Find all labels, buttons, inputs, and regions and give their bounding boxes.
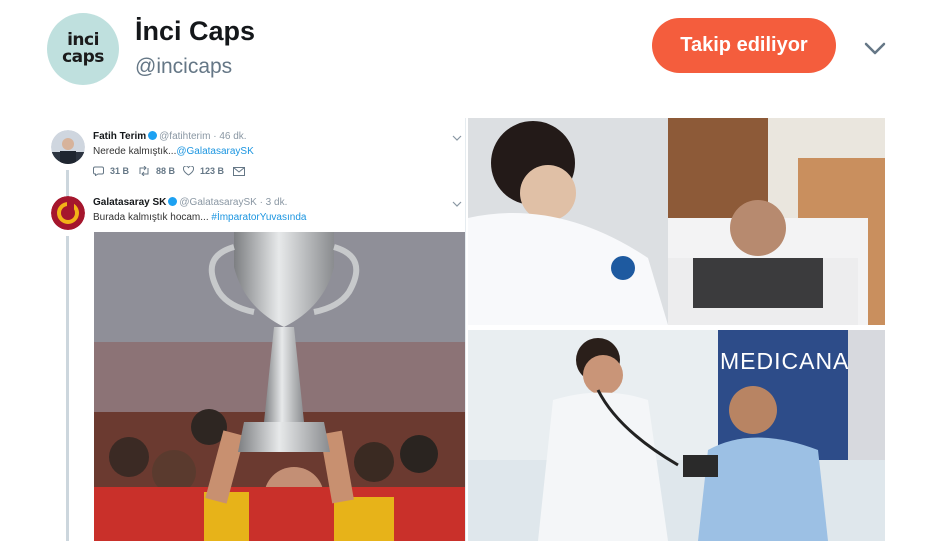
hospital-bed-illustration bbox=[468, 118, 885, 325]
dm-action bbox=[233, 166, 278, 176]
thread-line bbox=[66, 236, 69, 541]
chevron-down-icon[interactable] bbox=[862, 36, 888, 60]
tweet-2-hashtag: #İmparatorYuvasında bbox=[211, 212, 307, 223]
tweet-1-text-plain: Nerede kalmıştık... bbox=[93, 146, 177, 157]
tweet-2-meta: @GalatasaraySK · 3 dk. bbox=[179, 197, 288, 208]
avatar[interactable]: inci caps bbox=[47, 13, 119, 85]
medical-check-photo: MEDICANA bbox=[468, 330, 885, 541]
embedded-tweet-screenshot[interactable]: Fatih Terim @fatihterim · 46 dk. Nerede k… bbox=[47, 118, 466, 541]
reply-count: 31 B bbox=[110, 166, 130, 176]
profile-header: inci caps İnci Caps @incicaps Takip edil… bbox=[0, 0, 940, 110]
profile-name[interactable]: İnci Caps bbox=[135, 16, 255, 47]
tweet-2-author: Galatasaray SK bbox=[93, 197, 167, 208]
like-count: 123 B bbox=[200, 166, 225, 176]
like-action: 123 B bbox=[183, 166, 233, 176]
verified-badge-icon bbox=[148, 131, 158, 140]
verified-badge-icon bbox=[168, 197, 178, 206]
envelope-icon bbox=[233, 166, 245, 176]
follow-button[interactable]: Takip ediliyor bbox=[652, 18, 836, 73]
retweet-action: 88 B bbox=[138, 166, 183, 176]
tweet-1-text: Nerede kalmıştık...@GalatasaraySK bbox=[93, 146, 254, 157]
tweet-1-actions: 31 B 88 B 123 B bbox=[93, 166, 278, 176]
tweet-media-grid[interactable]: Fatih Terim @fatihterim · 46 dk. Nerede k… bbox=[47, 118, 885, 541]
reply-action: 31 B bbox=[93, 166, 138, 176]
tweet-1-header: Fatih Terim @fatihterim · 46 dk. bbox=[93, 131, 247, 142]
tweet-2-header: Galatasaray SK @GalatasaraySK · 3 dk. bbox=[93, 197, 287, 208]
tweet-2-text: Burada kalmıştık hocam... #İmparatorYuva… bbox=[93, 212, 306, 223]
clinic-sign-text: MEDICANA bbox=[720, 348, 850, 374]
trophy-celebration-photo bbox=[94, 232, 465, 541]
avatar-logo-line-2: caps bbox=[62, 47, 104, 67]
retweet-count: 88 B bbox=[156, 166, 176, 176]
reply-icon bbox=[93, 166, 104, 176]
galatasaray-avatar bbox=[51, 196, 85, 230]
retweet-icon bbox=[139, 166, 149, 176]
fatih-terim-avatar bbox=[51, 130, 85, 164]
tweet-1-meta: @fatihterim · 46 dk. bbox=[159, 131, 247, 142]
hospital-bed-photo bbox=[468, 118, 885, 325]
tweet-2-caret-icon bbox=[452, 201, 462, 207]
tweet-1-author: Fatih Terim bbox=[93, 131, 147, 142]
trophy-celebration-illustration bbox=[94, 232, 465, 541]
tweet-1-mention: @GalatasaraySK bbox=[176, 146, 254, 157]
profile-handle[interactable]: @incicaps bbox=[135, 55, 232, 79]
tweet-2-text-plain: Burada kalmıştık hocam... bbox=[93, 212, 212, 223]
tweet-1-caret-icon bbox=[452, 135, 462, 141]
heart-icon bbox=[183, 166, 194, 176]
